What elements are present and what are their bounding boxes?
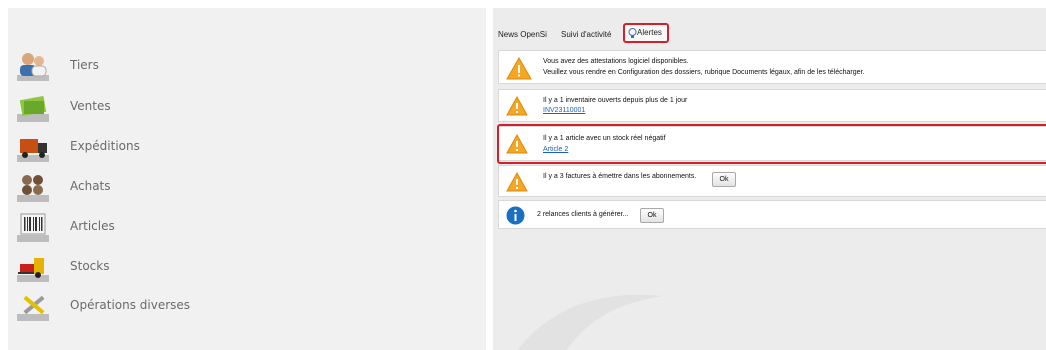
modules-menu: Tiers Ventes Expéditions Achats Articles… [8, 8, 486, 350]
alert-factures-text: Il y a 3 factures à émettre dans les abo… [543, 173, 697, 180]
menu-item-stocks[interactable]: Stocks [8, 250, 478, 286]
tab-alertes[interactable]: Alertes [623, 23, 669, 43]
menu-label-achats: Achats [70, 179, 111, 193]
alert-attestations: Vous avez des attestations logiciel disp… [498, 50, 1046, 84]
tab-suivi-activite[interactable]: Suivi d'activité [561, 27, 611, 43]
users-icon [17, 53, 49, 81]
inventaire-link[interactable]: INV23110001 [543, 106, 585, 116]
tab-news-opensi[interactable]: News OpenSi [498, 27, 547, 43]
tools-icon [17, 295, 49, 321]
menu-label-articles: Articles [70, 219, 115, 233]
menu-label-expeditions: Expéditions [70, 139, 140, 153]
menu-item-operations-diverses[interactable]: Opérations diverses [8, 289, 478, 325]
menu-label-operations-diverses: Opérations diverses [70, 298, 191, 312]
tab-bar: News OpenSi Suivi d'activité Alertes [493, 8, 1046, 48]
alert-factures: Il y a 3 factures à émettre dans les abo… [498, 165, 1046, 197]
article-link[interactable]: Article 2 [543, 145, 568, 155]
factures-ok-button[interactable]: Ok [712, 172, 736, 187]
menu-item-tiers[interactable]: Tiers [8, 49, 478, 85]
barcode-icon [17, 213, 49, 242]
menu-item-articles[interactable]: Articles [8, 210, 478, 246]
menu-item-ventes[interactable]: Ventes [8, 90, 478, 126]
alert-relances-text: 2 relances clients à générer... [537, 211, 629, 218]
menu-item-achats[interactable]: Achats [8, 170, 478, 206]
alert-inventaire-text: Il y a 1 inventaire ouverts depuis plus … [543, 97, 688, 104]
info-icon [506, 206, 525, 225]
alert-attestations-line1: Vous avez des attestations logiciel disp… [543, 58, 689, 65]
lightbulb-icon [628, 28, 637, 38]
warning-icon [506, 134, 528, 154]
alert-relances: 2 relances clients à générer... Ok [498, 200, 1046, 229]
alert-stock-negatif: Il y a 1 article avec un stock réel néga… [498, 126, 1046, 161]
menu-item-expeditions[interactable]: Expéditions [8, 130, 478, 166]
dashboard-panel: News OpenSi Suivi d'activité Alertes Vou… [493, 8, 1046, 350]
alert-attestations-line2: Veuillez vous rendre en Configuration de… [543, 69, 865, 76]
truck-icon [17, 139, 49, 162]
menu-label-stocks: Stocks [70, 259, 110, 273]
warning-icon [506, 96, 528, 116]
alert-inventaire: Il y a 1 inventaire ouverts depuis plus … [498, 89, 1046, 122]
alert-stock-negatif-text: Il y a 1 article avec un stock réel néga… [543, 135, 666, 142]
money-icon [17, 96, 49, 122]
warning-icon [506, 172, 528, 192]
menu-label-ventes: Ventes [70, 99, 111, 113]
menu-label-tiers: Tiers [70, 58, 99, 72]
opensi-watermark-logo [517, 294, 663, 350]
tab-alertes-label: Alertes [637, 28, 662, 37]
relances-ok-button[interactable]: Ok [640, 208, 664, 223]
warning-icon [506, 57, 532, 80]
coins-icon [17, 175, 49, 202]
forklift-icon [17, 258, 49, 282]
